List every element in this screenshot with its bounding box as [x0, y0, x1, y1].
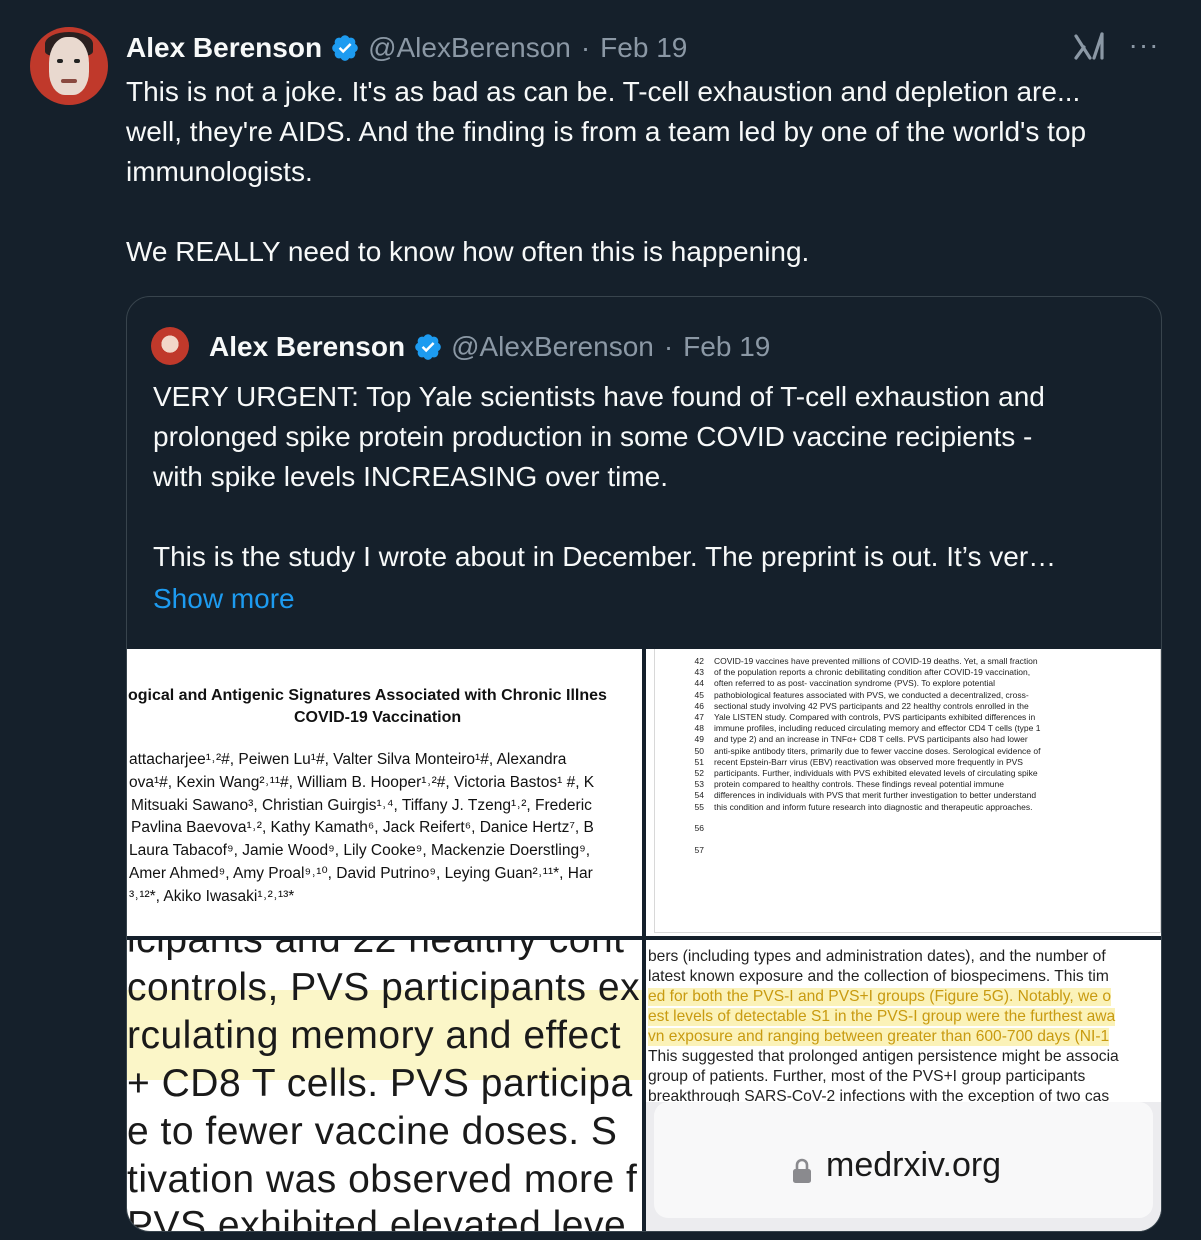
zoomed-line: + CD8 T cells. PVS participa — [127, 1062, 633, 1105]
media-image-browser-screenshot[interactable]: bers (including types and administration… — [646, 940, 1161, 1231]
separator: · — [580, 32, 591, 63]
show-more-link[interactable]: Show more — [153, 579, 295, 619]
quoted-line: with spike levels INCREASING over time. — [153, 461, 669, 492]
quoted-tweet[interactable]: Alex Berenson @AlexBerenson · Feb 19 VER… — [126, 296, 1162, 1232]
quoted-line: VERY URGENT: Top Yale scientists have fo… — [153, 381, 1045, 412]
tweet-paragraph: We REALLY need to know how often this is… — [126, 236, 810, 267]
zoomed-line: controls, PVS participants ex — [127, 966, 641, 1009]
zoomed-line: e to fewer vaccine doses. S — [127, 1110, 618, 1153]
media-image-abstract[interactable]: 42 43 44 45 46 47 48 49 50 51 52 53 54 5… — [646, 649, 1161, 936]
more-options-icon[interactable]: ··· — [1124, 30, 1164, 60]
tweet-header: Alex Berenson @AlexBerenson · Feb 19 — [126, 30, 687, 66]
line-number: 56 — [694, 823, 704, 833]
separator: · — [663, 331, 674, 362]
quoted-tweet-paragraph: This is the study I wrote about in Decem… — [153, 541, 1057, 572]
quoted-author-avatar[interactable] — [151, 327, 189, 365]
author-avatar[interactable] — [30, 27, 108, 105]
url-text[interactable]: medrxiv.org — [826, 1146, 1001, 1185]
paper-title: ogical and Antigenic Signatures Associat… — [128, 687, 607, 726]
quoted-tweet-text: VERY URGENT: Top Yale scientists have fo… — [153, 377, 1143, 577]
verified-badge-icon — [330, 33, 360, 63]
zoomed-line: icipants and 22 healthy cont — [127, 940, 625, 962]
document-excerpt: bers (including types and administration… — [646, 940, 1161, 1105]
media-grid: ogical and Antigenic Signatures Associat… — [127, 649, 1161, 1231]
media-image-zoomed-text[interactable]: icipants and 22 healthy cont controls, P… — [127, 940, 642, 1231]
quoted-author-name[interactable]: Alex Berenson — [209, 331, 405, 363]
zoomed-line: PVS exhibited elevated leve — [127, 1204, 627, 1231]
tweet-text: This is not a joke. It's as bad as can b… — [126, 72, 1136, 272]
quoted-tweet-header: Alex Berenson @AlexBerenson · Feb 19 — [209, 327, 770, 367]
tweet-paragraph: This is not a joke. It's as bad as can b… — [126, 76, 1087, 187]
zoomed-line: rculating memory and effect — [127, 1014, 622, 1057]
line-number: 57 — [694, 845, 704, 855]
tweet[interactable]: Alex Berenson @AlexBerenson · Feb 19 ···… — [0, 0, 1201, 1240]
lock-icon — [792, 1158, 812, 1184]
grok-icon[interactable] — [1072, 30, 1106, 64]
abstract-text: COVID-19 vaccines have prevented million… — [714, 656, 1041, 812]
quoted-author-handle[interactable]: @AlexBerenson — [451, 331, 654, 363]
quoted-tweet-paragraph: VERY URGENT: Top Yale scientists have fo… — [153, 377, 1143, 497]
tweet-date[interactable]: Feb 19 — [600, 32, 687, 64]
verified-badge-icon — [413, 332, 443, 362]
quoted-line: prolonged spike protein production in so… — [153, 421, 1033, 452]
quoted-tweet-date[interactable]: Feb 19 — [683, 331, 770, 363]
author-handle[interactable]: @AlexBerenson — [368, 32, 571, 64]
zoomed-line: tivation was observed more f — [127, 1158, 638, 1201]
author-name[interactable]: Alex Berenson — [126, 32, 322, 64]
paper-authors: attacharjee¹˒²#, Peiwen Lu¹#, Valter Sil… — [129, 751, 595, 905]
line-numbers: 42 43 44 45 46 47 48 49 50 51 52 53 54 5… — [694, 656, 704, 812]
media-image-paper-title[interactable]: ogical and Antigenic Signatures Associat… — [127, 649, 642, 936]
